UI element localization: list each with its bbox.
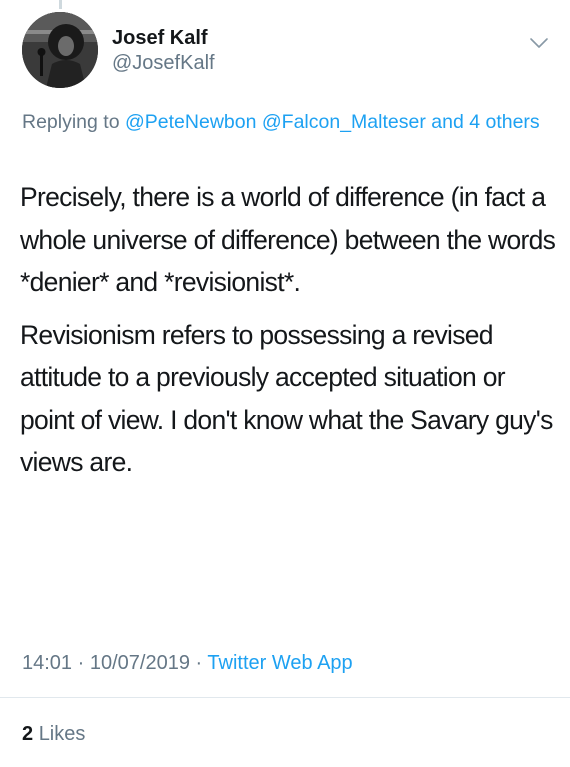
chevron-down-icon[interactable] xyxy=(528,32,550,54)
likes-count: 2 xyxy=(22,723,34,745)
mention-link[interactable]: @PeteNewbon xyxy=(125,111,256,133)
author-names: Josef Kalf @JosefKalf xyxy=(112,26,215,76)
replying-to: Replying to @PeteNewbon @Falcon_Malteser… xyxy=(22,106,552,138)
meta-separator: · xyxy=(77,652,85,674)
tweet-source-link[interactable]: Twitter Web App xyxy=(207,652,352,674)
tweet-paragraph: Precisely, there is a world of differenc… xyxy=(20,182,556,297)
others-link[interactable]: 4 others xyxy=(469,111,539,133)
tweet-time[interactable]: 14:01 xyxy=(22,652,72,674)
meta-separator: · xyxy=(195,652,203,674)
avatar-photo-icon xyxy=(22,12,98,88)
tweet-date[interactable]: 10/07/2019 xyxy=(90,652,190,674)
tweet-text: Precisely, there is a world of differenc… xyxy=(20,176,560,484)
replying-to-label: Replying to xyxy=(22,111,120,133)
author-display-name[interactable]: Josef Kalf xyxy=(112,26,215,50)
mention-link[interactable]: @Falcon_Malteser xyxy=(262,111,426,133)
likes-label: Likes xyxy=(38,723,86,745)
divider xyxy=(0,697,570,698)
author-handle[interactable]: @JosefKalf xyxy=(112,50,215,76)
thread-connector-line xyxy=(59,0,62,9)
tweet-header: Josef Kalf @JosefKalf xyxy=(22,12,550,98)
likes-stat[interactable]: 2 Likes xyxy=(22,720,85,748)
tweet-paragraph: Revisionism refers to possessing a revis… xyxy=(20,319,553,478)
and-text[interactable]: and xyxy=(431,111,464,133)
avatar[interactable] xyxy=(22,12,98,88)
tweet-metadata: 14:01 · 10/07/2019 · Twitter Web App xyxy=(22,649,353,677)
